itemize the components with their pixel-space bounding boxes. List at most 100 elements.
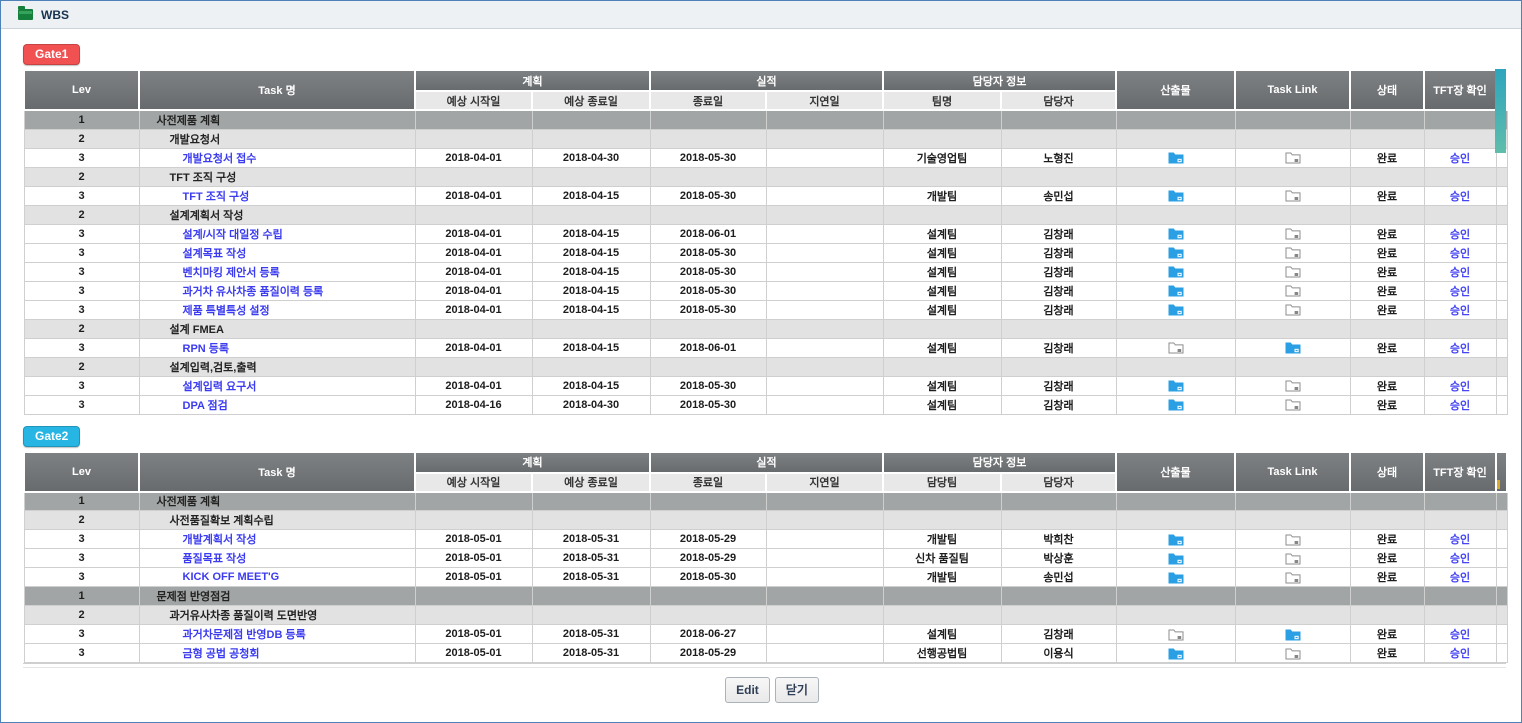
folder-filled-icon[interactable] xyxy=(1168,284,1184,296)
folder-filled-icon[interactable] xyxy=(1168,151,1184,163)
actual-end-cell xyxy=(650,129,766,148)
team-cell: 설계팀 xyxy=(883,281,1001,300)
folder-filled-icon[interactable] xyxy=(1168,647,1184,659)
approve-link[interactable]: 승인 xyxy=(1450,343,1470,355)
close-button[interactable]: 닫기 xyxy=(775,677,819,703)
tft-check-cell: 승인 xyxy=(1424,186,1496,205)
tft-check-cell xyxy=(1424,587,1496,606)
folder-filled-icon[interactable] xyxy=(1168,571,1184,583)
task-name-link[interactable]: 과거차문제점 반영DB 등록 xyxy=(144,629,306,641)
folder-outline-icon[interactable] xyxy=(1285,265,1301,277)
folder-outline-icon[interactable] xyxy=(1285,398,1301,410)
table-row: 3품질목표 작성2018-05-012018-05-312018-05-29신차… xyxy=(24,549,1507,568)
task-name-link[interactable]: 품질목표 작성 xyxy=(144,553,247,565)
task-name-link[interactable]: 벤치마킹 제안서 등록 xyxy=(144,267,280,279)
approve-link[interactable]: 승인 xyxy=(1450,381,1470,393)
approve-link[interactable]: 승인 xyxy=(1450,153,1470,165)
window-titlebar: WBS xyxy=(1,1,1521,29)
col-header-delay: 지연일 xyxy=(766,473,883,492)
folder-filled-icon[interactable] xyxy=(1168,189,1184,201)
actual-end-cell: 2018-05-30 xyxy=(650,262,766,281)
folder-outline-icon[interactable] xyxy=(1285,552,1301,564)
team-cell: 개발팀 xyxy=(883,186,1001,205)
folder-outline-icon[interactable] xyxy=(1285,151,1301,163)
approve-link[interactable]: 승인 xyxy=(1450,400,1470,412)
approve-link[interactable]: 승인 xyxy=(1450,286,1470,298)
approve-link[interactable]: 승인 xyxy=(1450,629,1470,641)
vertical-scrollbar-thumb[interactable] xyxy=(1495,69,1506,153)
approve-link[interactable]: 승인 xyxy=(1450,648,1470,660)
task-name-link[interactable]: 개발계획서 작성 xyxy=(144,534,257,546)
task-name-link[interactable]: 개발요청서 접수 xyxy=(144,153,257,165)
task-link-cell xyxy=(1235,110,1350,129)
approve-link[interactable]: 승인 xyxy=(1450,572,1470,584)
task-name-link[interactable]: KICK OFF MEET'G xyxy=(144,571,280,583)
approve-link[interactable]: 승인 xyxy=(1450,191,1470,203)
folder-outline-icon[interactable] xyxy=(1285,246,1301,258)
approve-link[interactable]: 승인 xyxy=(1450,267,1470,279)
folder-filled-icon[interactable] xyxy=(1168,552,1184,564)
task-name-link[interactable]: 설계입력 요구서 xyxy=(144,381,257,393)
task-name-link[interactable]: 설계목표 작성 xyxy=(144,248,247,260)
approve-link[interactable]: 승인 xyxy=(1450,553,1470,565)
plan-start-cell: 2018-04-01 xyxy=(415,148,532,167)
row-sliver xyxy=(1496,587,1507,606)
plan-end-cell: 2018-04-15 xyxy=(532,281,650,300)
approve-link[interactable]: 승인 xyxy=(1450,305,1470,317)
owner-cell xyxy=(1001,511,1116,530)
task-name-link[interactable]: TFT 조직 구성 xyxy=(144,191,250,203)
task-name-link[interactable]: DPA 점검 xyxy=(144,400,228,412)
wbs-table-gate1: Lev Task 명 계획 실적 담당자 정보 산출물 Task Link 상태… xyxy=(23,69,1508,415)
folder-filled-icon[interactable] xyxy=(1168,398,1184,410)
task-name-link[interactable]: 제품 특별특성 설정 xyxy=(144,305,270,317)
plan-end-cell: 2018-05-31 xyxy=(532,530,650,549)
approve-link[interactable]: 승인 xyxy=(1450,229,1470,241)
folder-outline-icon[interactable] xyxy=(1285,379,1301,391)
folder-filled-icon[interactable] xyxy=(1168,533,1184,545)
folder-outline-icon[interactable] xyxy=(1168,341,1184,353)
plan-end-cell: 2018-04-15 xyxy=(532,262,650,281)
folder-outline-icon[interactable] xyxy=(1285,571,1301,583)
plan-start-cell xyxy=(415,110,532,129)
owner-cell xyxy=(1001,205,1116,224)
actual-end-cell: 2018-05-30 xyxy=(650,243,766,262)
task-link-cell xyxy=(1235,205,1350,224)
folder-outline-icon[interactable] xyxy=(1285,647,1301,659)
task-name-link[interactable]: 설계/시작 대일정 수립 xyxy=(144,229,283,241)
row-sliver xyxy=(1496,167,1507,186)
tft-check-cell: 승인 xyxy=(1424,300,1496,319)
folder-filled-icon[interactable] xyxy=(1168,246,1184,258)
edit-button[interactable]: Edit xyxy=(725,677,770,703)
task-group-label: 설계계획서 작성 xyxy=(144,210,244,222)
approve-link[interactable]: 승인 xyxy=(1450,248,1470,260)
task-cell: TFT 조직 구성 xyxy=(139,167,415,186)
plan-start-cell: 2018-05-01 xyxy=(415,568,532,587)
hidden-column-sliver xyxy=(1496,452,1507,492)
tft-check-cell: 승인 xyxy=(1424,530,1496,549)
folder-filled-icon[interactable] xyxy=(1168,265,1184,277)
table-row: 2설계계획서 작성 xyxy=(24,205,1507,224)
folder-filled-icon[interactable] xyxy=(1285,341,1301,353)
row-sliver xyxy=(1496,606,1507,625)
task-name-link[interactable]: RPN 등록 xyxy=(144,343,230,355)
wbs-table-gate2: Lev Task 명 계획 실적 담당자 정보 산출물 Task Link 상태… xyxy=(23,451,1508,664)
col-header-task: Task 명 xyxy=(139,70,415,110)
approve-link[interactable]: 승인 xyxy=(1450,534,1470,546)
delay-cell xyxy=(766,549,883,568)
folder-filled-icon[interactable] xyxy=(1285,628,1301,640)
folder-filled-icon[interactable] xyxy=(1168,303,1184,315)
col-header-actual-end: 종료일 xyxy=(650,91,766,110)
folder-outline-icon[interactable] xyxy=(1285,227,1301,239)
folder-outline-icon[interactable] xyxy=(1168,628,1184,640)
folder-outline-icon[interactable] xyxy=(1285,284,1301,296)
folder-outline-icon[interactable] xyxy=(1285,533,1301,545)
task-name-link[interactable]: 과거차 유사차종 품질이력 등록 xyxy=(144,286,324,298)
team-cell xyxy=(883,129,1001,148)
plan-start-cell: 2018-04-01 xyxy=(415,376,532,395)
folder-filled-icon[interactable] xyxy=(1168,379,1184,391)
folder-outline-icon[interactable] xyxy=(1285,189,1301,201)
task-name-link[interactable]: 금형 공법 공청회 xyxy=(144,648,260,660)
tft-check-cell xyxy=(1424,511,1496,530)
folder-filled-icon[interactable] xyxy=(1168,227,1184,239)
folder-outline-icon[interactable] xyxy=(1285,303,1301,315)
